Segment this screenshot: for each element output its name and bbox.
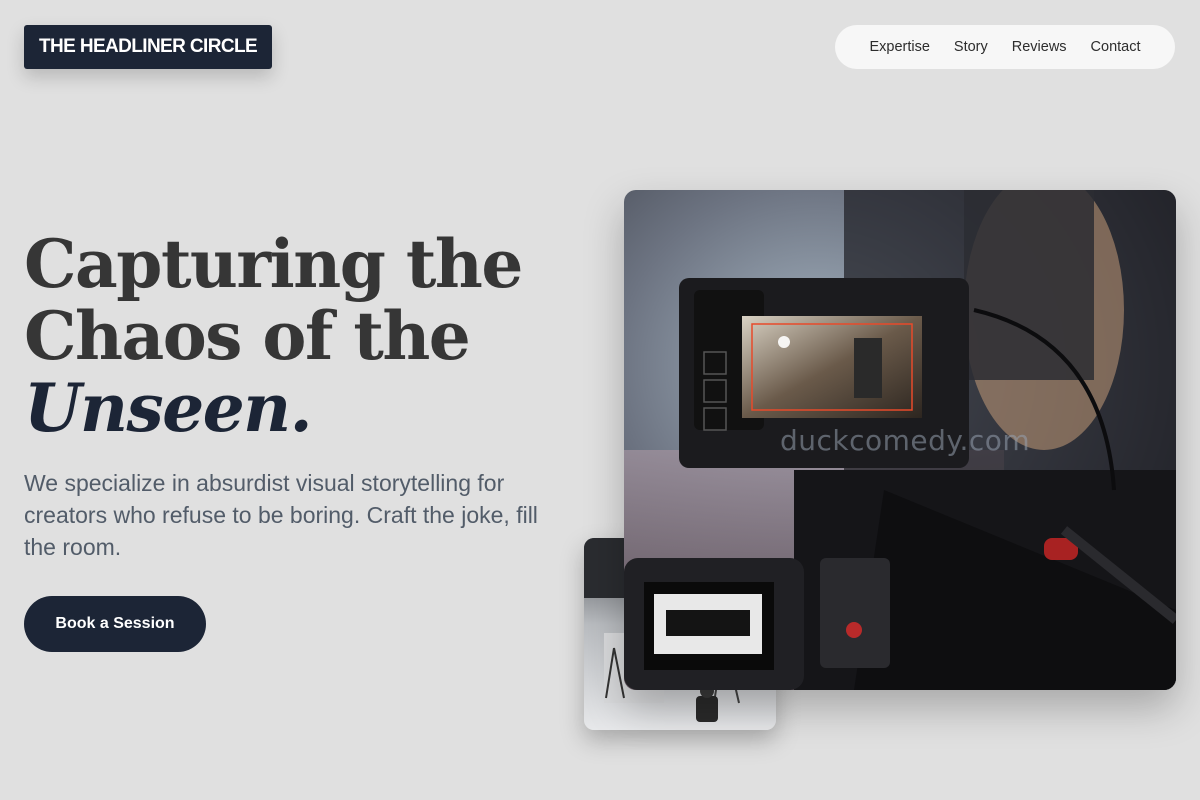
brand-logo[interactable]: THE HEADLINER CIRCLE (24, 25, 272, 69)
main-nav: Expertise Story Reviews Contact (835, 25, 1175, 69)
nav-link-contact[interactable]: Contact (1091, 39, 1141, 55)
hero-headline: Capturing the Chaos of the Unseen. (24, 228, 584, 444)
headline-line-2: Chaos of the (24, 297, 471, 375)
nav-link-expertise[interactable]: Expertise (869, 39, 929, 55)
nav-link-reviews[interactable]: Reviews (1012, 39, 1067, 55)
camera-rig-image: duckcomedy.com (624, 190, 1176, 690)
book-session-button[interactable]: Book a Session (24, 596, 206, 652)
headline-accent: Unseen. (24, 369, 313, 447)
image-watermark: duckcomedy.com (780, 424, 1031, 457)
headline-line-1: Capturing the (24, 225, 523, 303)
hero-subtitle: We specialize in absurdist visual storyt… (24, 470, 538, 560)
nav-link-story[interactable]: Story (954, 39, 988, 55)
